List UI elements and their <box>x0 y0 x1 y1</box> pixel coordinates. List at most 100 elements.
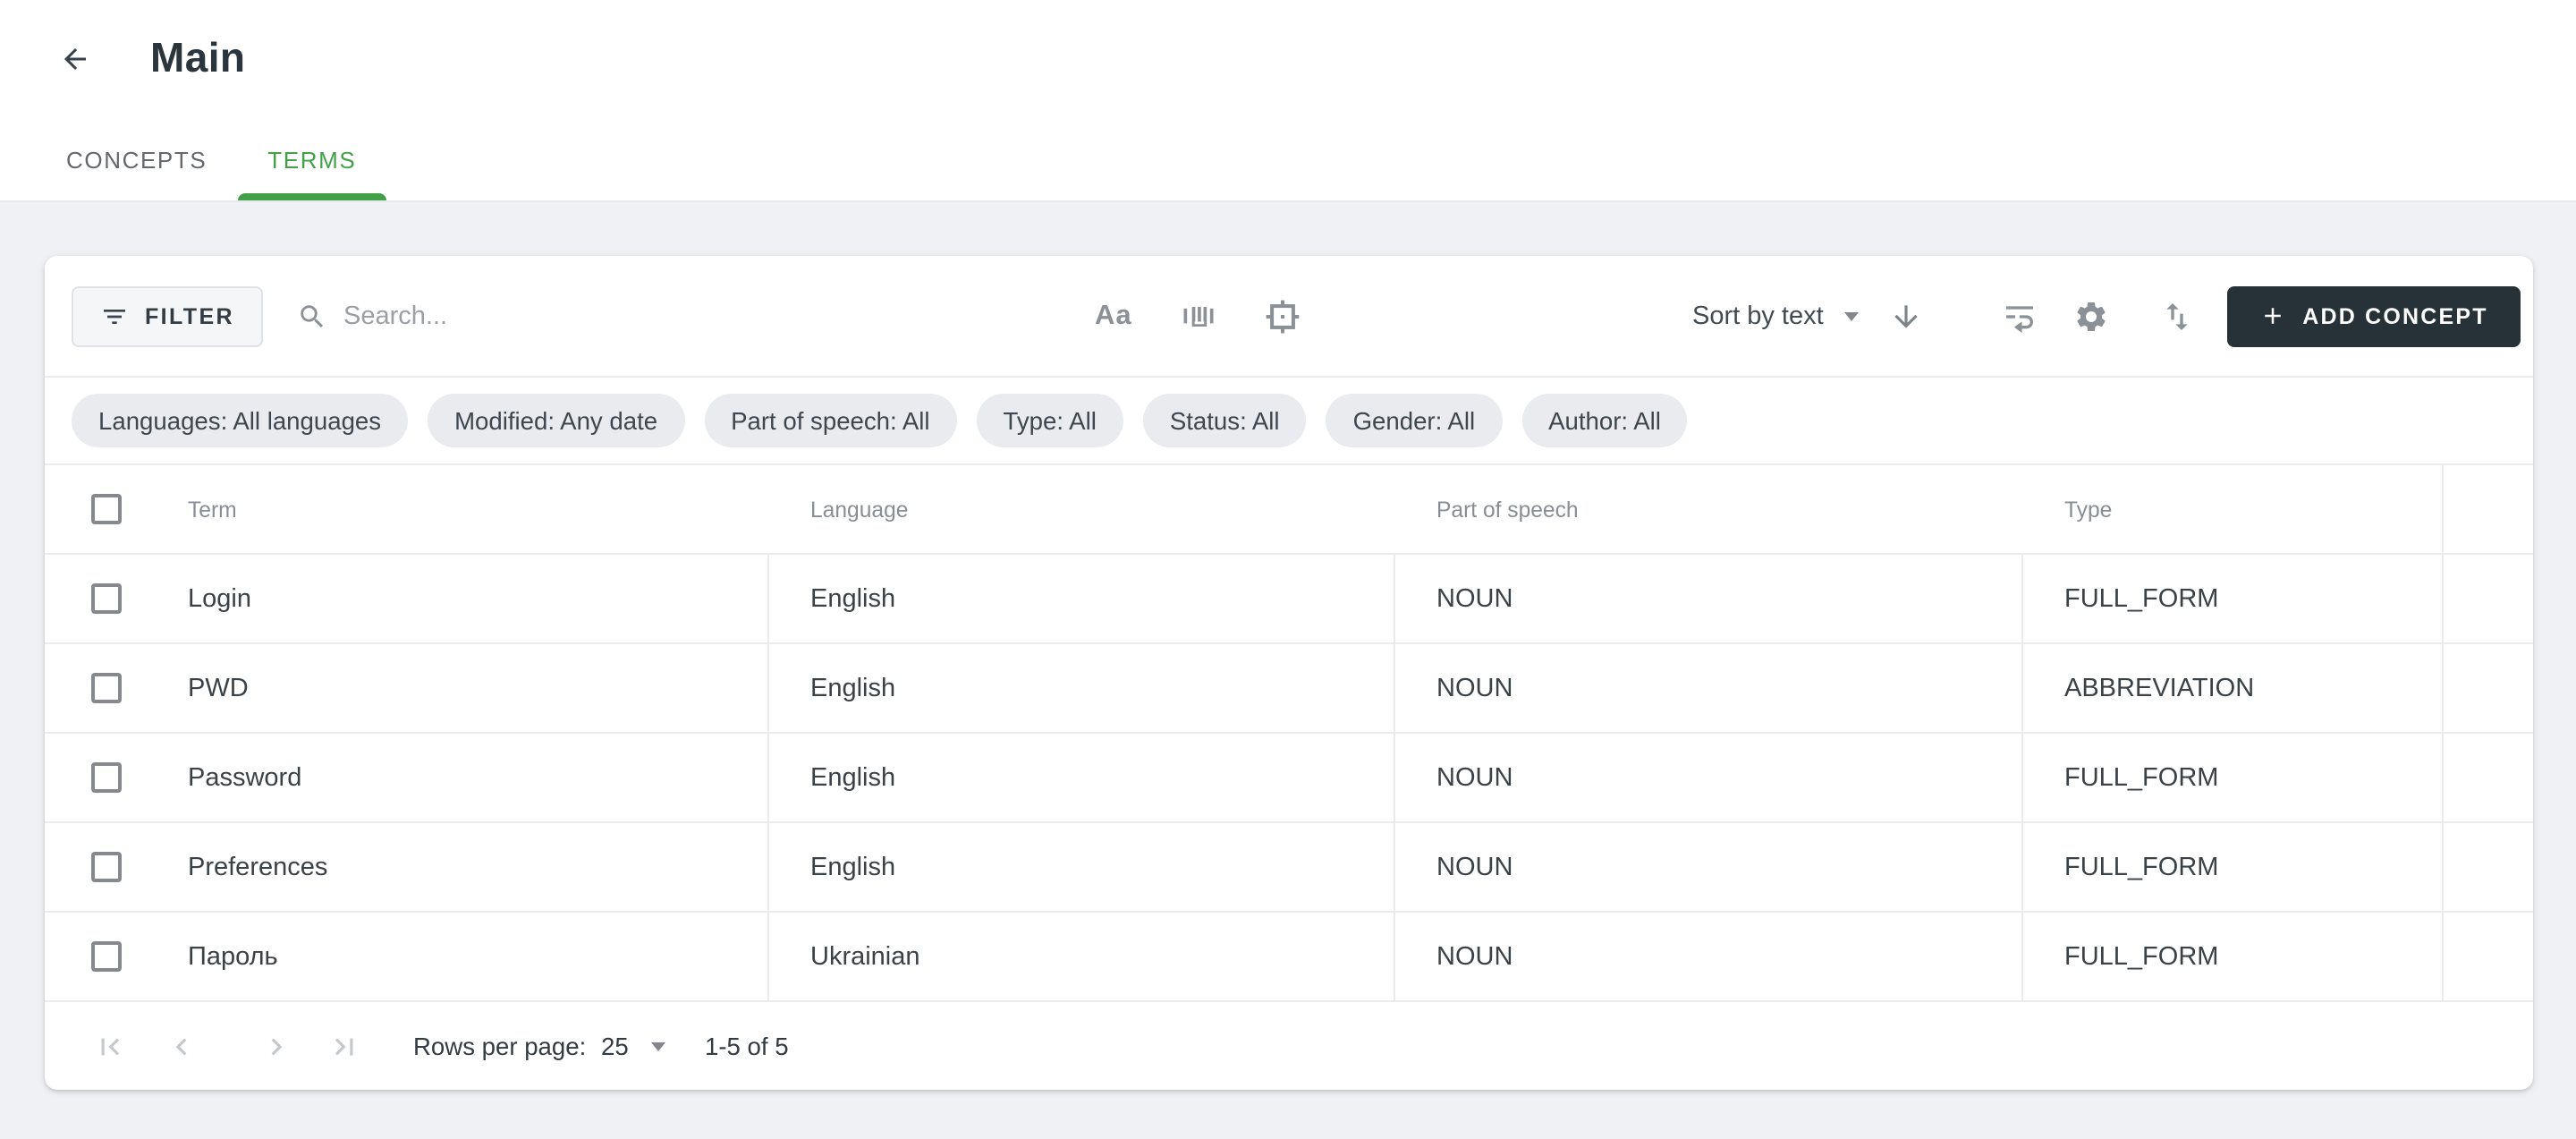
column-header-label: Type <box>2064 497 2112 522</box>
language-cell: English <box>769 734 1395 821</box>
spacer-cell <box>2444 644 2533 732</box>
row-checkbox[interactable] <box>91 762 122 793</box>
spacer-cell <box>2444 555 2533 642</box>
tabs: CONCEPTS TERMS <box>36 118 386 200</box>
previous-page-icon[interactable] <box>165 1029 199 1063</box>
term-cell: Password <box>45 734 769 821</box>
next-page-icon[interactable] <box>259 1029 293 1063</box>
language-cell: Ukrainian <box>769 913 1395 1000</box>
app-header: Main CONCEPTS TERMS <box>0 0 2576 202</box>
column-header-label: Term <box>188 497 237 522</box>
part-of-speech-cell: NOUN <box>1395 555 2023 642</box>
filter-button-label: FILTER <box>145 303 234 328</box>
active-tab-indicator <box>237 192 386 200</box>
part-of-speech-cell: NOUN <box>1395 644 2023 732</box>
row-checkbox[interactable] <box>91 673 122 703</box>
terms-card: FILTER Aa <box>45 256 2533 1090</box>
row-checkbox[interactable] <box>91 852 122 882</box>
type-cell: ABBREVIATION <box>2023 644 2444 732</box>
pagination-bar: Rows per page: 25 1-5 of 5 <box>45 1002 2533 1090</box>
add-concept-label: ADD CONCEPT <box>2302 303 2488 328</box>
header-cell-type: Type <box>2023 465 2444 553</box>
scale-wrapper: Main CONCEPTS TERMS FILTER <box>0 0 2576 1139</box>
filter-chip[interactable]: Languages: All languages <box>72 394 408 447</box>
language-cell: English <box>769 823 1395 911</box>
header-cell-spacer <box>2444 465 2533 553</box>
column-header-label: Part of speech <box>1436 497 1579 522</box>
filter-chip[interactable]: Part of speech: All <box>704 394 956 447</box>
table-body: LoginEnglishNOUNFULL_FORMPWDEnglishNOUNA… <box>45 555 2533 1002</box>
filter-chip[interactable]: Modified: Any date <box>428 394 684 447</box>
part-of-speech-cell: NOUN <box>1395 823 2023 911</box>
row-checkbox[interactable] <box>91 941 122 972</box>
sort-direction-arrow-icon[interactable] <box>1889 299 1923 333</box>
exact-match-icon[interactable] <box>1263 296 1302 336</box>
last-page-icon[interactable] <box>327 1029 361 1063</box>
term-cell: PWD <box>45 644 769 732</box>
spacer-cell <box>2444 823 2533 911</box>
table-row[interactable]: Login EnglishNOUNFULL_FORM <box>45 555 2533 644</box>
sort-caret-icon[interactable] <box>1844 311 1859 320</box>
spacer-cell <box>2444 734 2533 821</box>
settings-gear-icon[interactable] <box>2073 298 2109 334</box>
table-header: Term Language Part of speech Type <box>45 465 2533 555</box>
select-all-checkbox[interactable] <box>91 494 122 524</box>
filter-button[interactable]: FILTER <box>72 285 263 346</box>
add-concept-button[interactable]: ADD CONCEPT <box>2227 285 2521 346</box>
header-cell-language: Language <box>769 465 1395 553</box>
search-input[interactable] <box>343 285 880 346</box>
type-cell: FULL_FORM <box>2023 823 2444 911</box>
column-header-label: Language <box>810 497 908 522</box>
language-cell: English <box>769 555 1395 642</box>
plus-icon <box>2259 302 2286 329</box>
pagination-range: 1-5 of 5 <box>705 1033 789 1059</box>
table-row[interactable]: PWD EnglishNOUNABBREVIATION <box>45 644 2533 734</box>
row-checkbox[interactable] <box>91 583 122 614</box>
term-cell: Login <box>45 555 769 642</box>
match-case-icon[interactable]: Aa <box>1095 300 1132 332</box>
term-text: Password <box>188 763 301 792</box>
page-title: Main <box>150 34 245 82</box>
term-text: Login <box>188 584 251 613</box>
language-cell: English <box>769 644 1395 732</box>
type-cell: FULL_FORM <box>2023 913 2444 1000</box>
rows-per-page-caret-icon[interactable] <box>651 1041 665 1050</box>
term-text: PWD <box>188 674 249 702</box>
filter-chip[interactable]: Gender: All <box>1326 394 1503 447</box>
whole-word-icon[interactable] <box>1179 296 1218 336</box>
table-row[interactable]: Пароль UkrainianNOUNFULL_FORM <box>45 913 2533 1002</box>
term-text: Пароль <box>188 942 278 971</box>
filter-chip[interactable]: Type: All <box>977 394 1123 447</box>
page: Main CONCEPTS TERMS FILTER <box>0 0 2576 1139</box>
sort-by-dropdown[interactable]: Sort by text <box>1692 302 1824 330</box>
table-row[interactable]: Password EnglishNOUNFULL_FORM <box>45 734 2533 823</box>
type-cell: FULL_FORM <box>2023 734 2444 821</box>
tab-concepts[interactable]: CONCEPTS <box>36 118 237 200</box>
toolbar: FILTER Aa <box>45 256 2533 378</box>
rows-per-page-value[interactable]: 25 <box>601 1033 629 1059</box>
search-icon <box>297 301 327 331</box>
term-cell: Пароль <box>45 913 769 1000</box>
content-area: FILTER Aa <box>0 256 2576 1139</box>
header-cell-part-of-speech: Part of speech <box>1395 465 2023 553</box>
spacer-cell <box>2444 913 2533 1000</box>
filter-list-icon <box>100 302 129 330</box>
header-cell-term: Term <box>45 465 769 553</box>
rows-per-page-label: Rows per page: <box>413 1033 586 1059</box>
wrap-arrow-icon[interactable] <box>2002 298 2038 334</box>
filter-chip[interactable]: Status: All <box>1143 394 1307 447</box>
first-page-icon[interactable] <box>93 1029 127 1063</box>
part-of-speech-cell: NOUN <box>1395 734 2023 821</box>
back-arrow-icon[interactable] <box>59 43 91 75</box>
swap-vertical-icon[interactable] <box>2159 298 2195 334</box>
tab-label: TERMS <box>267 146 356 173</box>
filter-chips-row: Languages: All languages Modified: Any da… <box>45 378 2533 465</box>
part-of-speech-cell: NOUN <box>1395 913 2023 1000</box>
term-cell: Preferences <box>45 823 769 911</box>
tab-terms[interactable]: TERMS <box>237 118 386 200</box>
tab-label: CONCEPTS <box>66 146 207 173</box>
table-row[interactable]: Preferences EnglishNOUNFULL_FORM <box>45 823 2533 913</box>
filter-chip[interactable]: Author: All <box>1521 394 1688 447</box>
type-cell: FULL_FORM <box>2023 555 2444 642</box>
term-text: Preferences <box>188 853 327 881</box>
